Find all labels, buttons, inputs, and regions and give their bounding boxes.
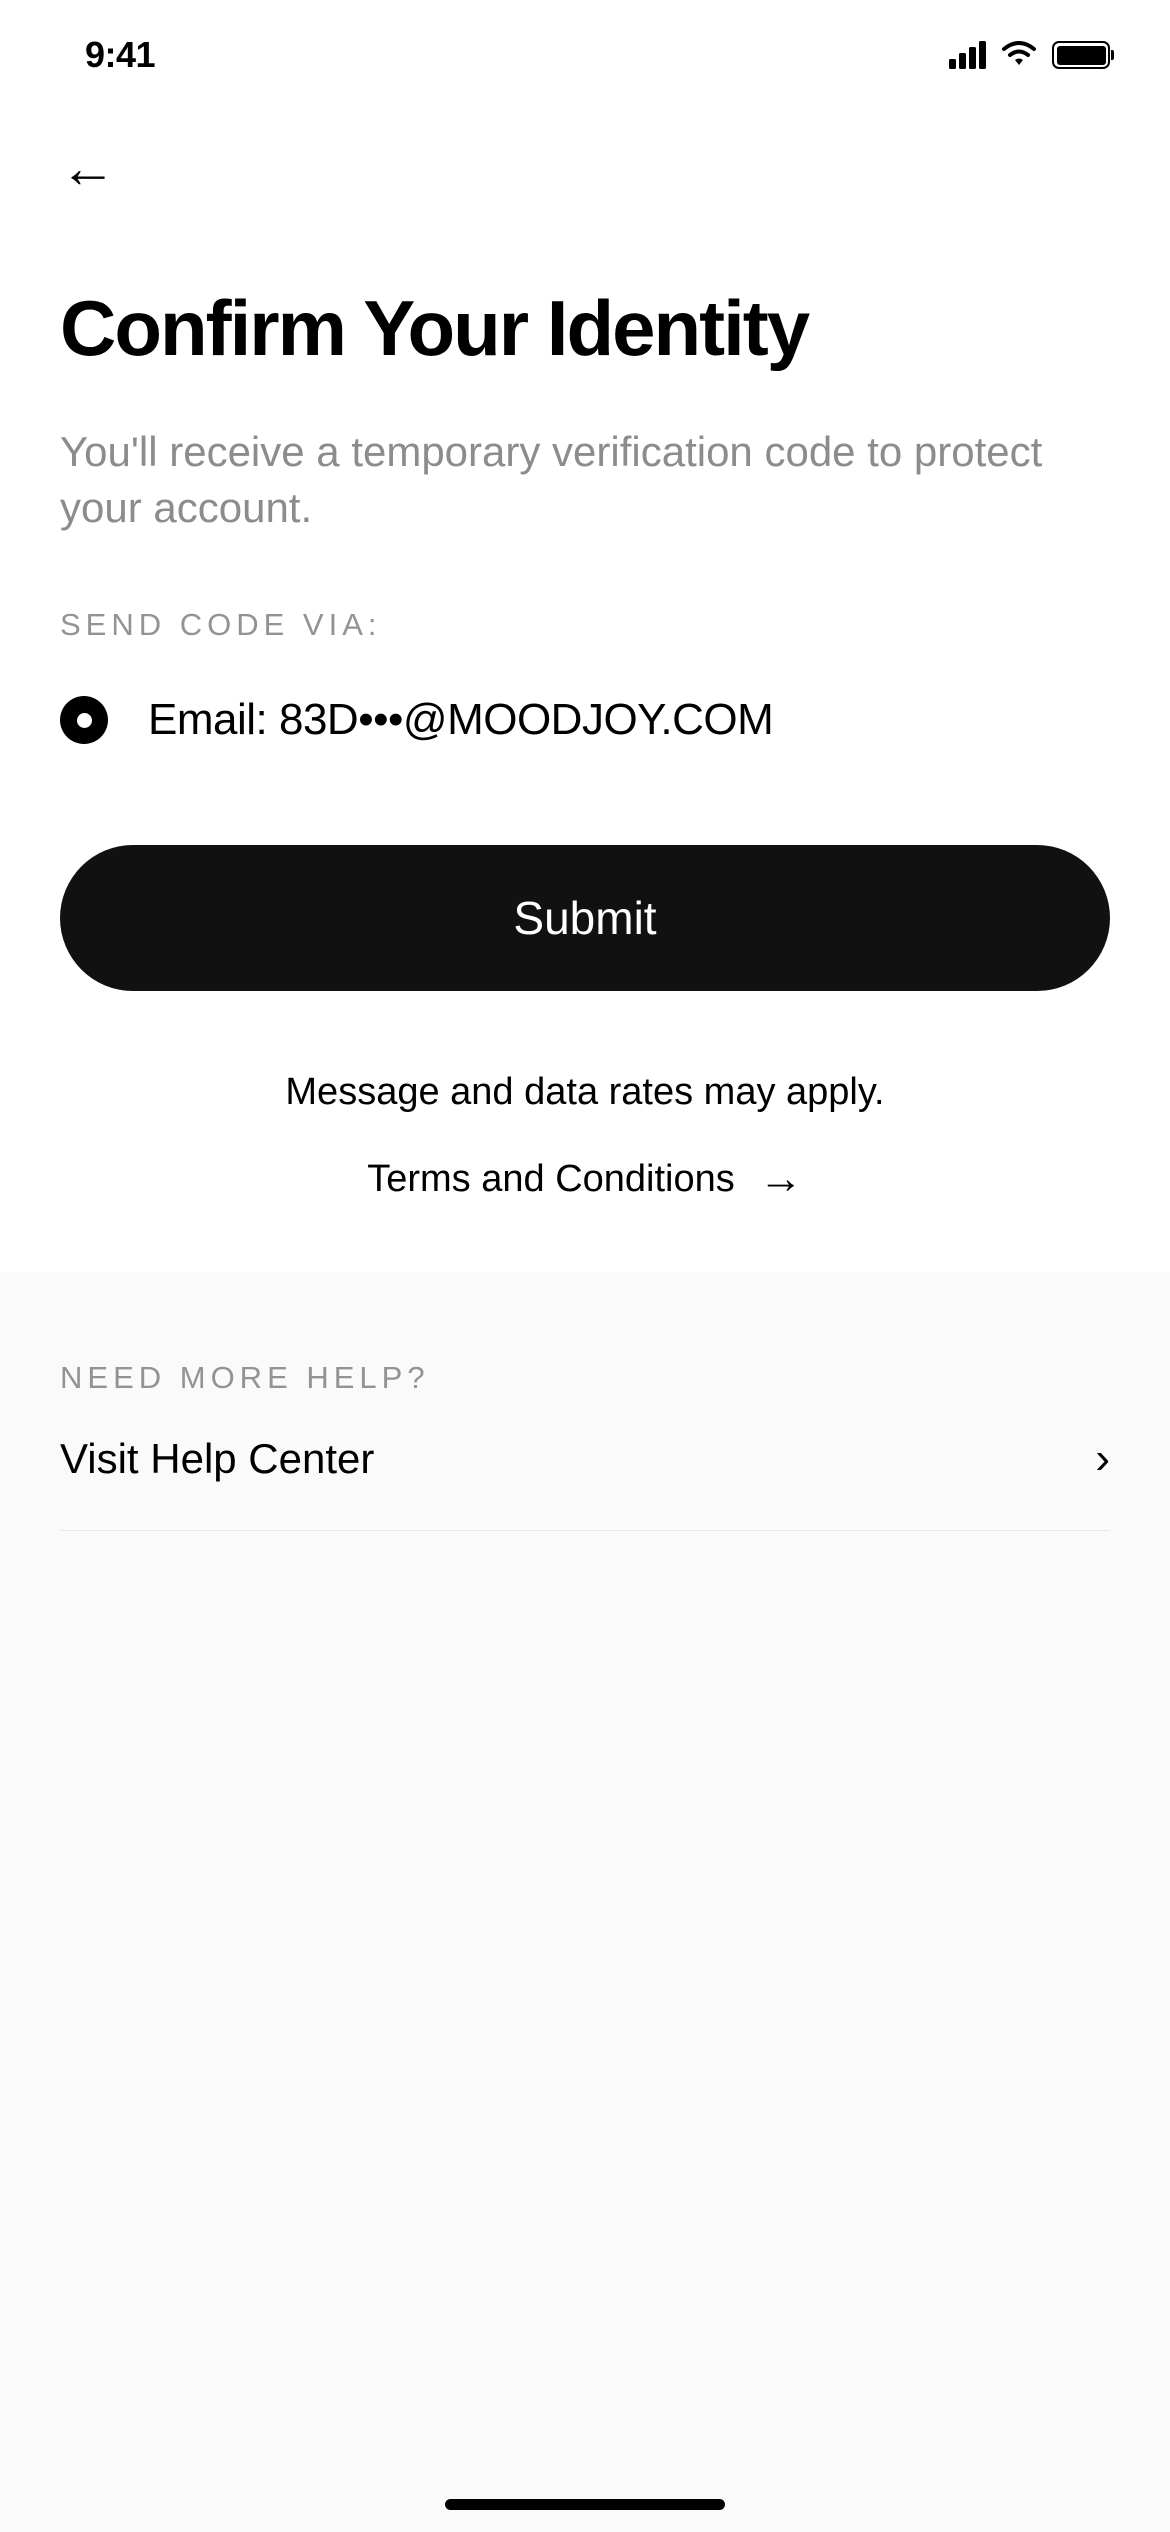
help-center-link[interactable]: Visit Help Center › bbox=[60, 1434, 1110, 1531]
terms-label: Terms and Conditions bbox=[367, 1158, 735, 1201]
arrow-right-icon: → bbox=[759, 1154, 803, 1204]
main-content: ← Confirm Your Identity You'll receive a… bbox=[0, 110, 1170, 1272]
radio-option-email[interactable]: Email: 83D•••@MOODJOY.COM bbox=[60, 695, 1110, 745]
help-section: NEED MORE HELP? Visit Help Center › bbox=[0, 1272, 1170, 1531]
help-label: NEED MORE HELP? bbox=[60, 1360, 1110, 1396]
back-button[interactable]: ← bbox=[60, 110, 116, 226]
page-subtitle: You'll receive a temporary verification … bbox=[60, 424, 1110, 537]
radio-option-label: Email: 83D•••@MOODJOY.COM bbox=[148, 695, 773, 745]
cellular-signal-icon bbox=[949, 41, 986, 69]
help-center-label: Visit Help Center bbox=[60, 1435, 374, 1483]
radio-selected-icon bbox=[60, 696, 108, 744]
disclaimer-text: Message and data rates may apply. bbox=[60, 1071, 1110, 1114]
status-time: 9:41 bbox=[85, 34, 155, 76]
status-bar: 9:41 bbox=[0, 0, 1170, 110]
home-indicator[interactable] bbox=[445, 2499, 725, 2510]
status-icons bbox=[949, 41, 1110, 69]
wifi-icon bbox=[1000, 41, 1038, 69]
arrow-left-icon: ← bbox=[60, 140, 116, 196]
page-title: Confirm Your Identity bbox=[60, 286, 1110, 372]
send-code-label: SEND CODE VIA: bbox=[60, 607, 1110, 643]
battery-icon bbox=[1052, 41, 1110, 69]
chevron-right-icon: › bbox=[1095, 1434, 1110, 1484]
submit-button[interactable]: Submit bbox=[60, 845, 1110, 991]
terms-link[interactable]: Terms and Conditions → bbox=[60, 1154, 1110, 1272]
